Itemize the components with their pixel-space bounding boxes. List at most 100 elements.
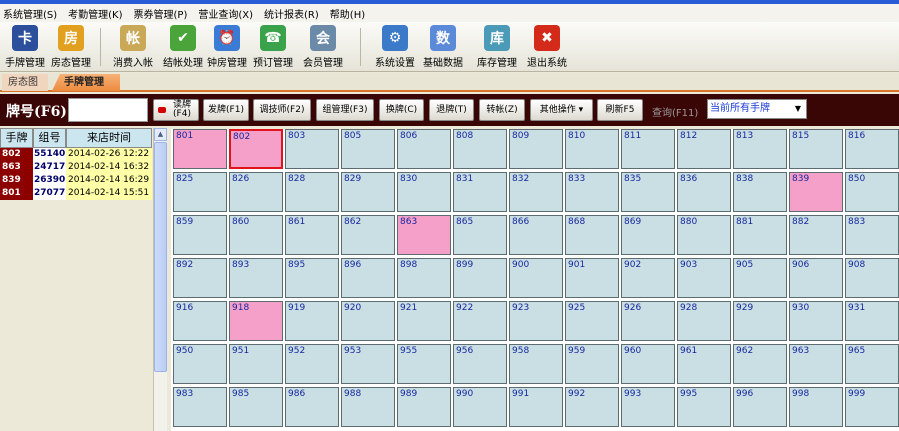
card-tile[interactable]: 865	[453, 215, 507, 255]
card-tile[interactable]: 951	[229, 344, 283, 384]
card-tile[interactable]: 926	[621, 301, 675, 341]
card-tile[interactable]: 993	[621, 387, 675, 427]
card-tile[interactable]: 881	[733, 215, 787, 255]
card-tile[interactable]: 990	[453, 387, 507, 427]
menu-item[interactable]: 帮助(H)	[330, 6, 365, 21]
list-row[interactable]: 839 26390 2014-02-14 16:29	[0, 174, 152, 187]
card-tile[interactable]: 868	[565, 215, 619, 255]
card-tile[interactable]: 988	[341, 387, 395, 427]
card-tile[interactable]: 950	[173, 344, 227, 384]
card-tile[interactable]: 893	[229, 258, 283, 298]
card-tile[interactable]: 809	[509, 129, 563, 169]
card-tile[interactable]: 992	[565, 387, 619, 427]
card-tile[interactable]: 955	[397, 344, 451, 384]
card-tile[interactable]: 953	[341, 344, 395, 384]
card-tile[interactable]: 866	[509, 215, 563, 255]
card-tile[interactable]: 898	[397, 258, 451, 298]
card-tile[interactable]: 931	[845, 301, 899, 341]
card-tile[interactable]: 895	[285, 258, 339, 298]
card-tile[interactable]: 961	[677, 344, 731, 384]
card-tile[interactable]: 901	[565, 258, 619, 298]
card-tile[interactable]: 813	[733, 129, 787, 169]
card-tile[interactable]: 805	[341, 129, 395, 169]
refresh-button[interactable]: 刷新F5	[597, 99, 643, 121]
card-tile[interactable]: 922	[453, 301, 507, 341]
toolbar-button[interactable]: 数基础数据	[420, 24, 466, 70]
card-tile[interactable]: 921	[397, 301, 451, 341]
card-tile[interactable]: 826	[229, 172, 283, 212]
card-tile[interactable]: 830	[397, 172, 451, 212]
card-tile[interactable]: 998	[789, 387, 843, 427]
card-tile[interactable]: 869	[621, 215, 675, 255]
card-tile[interactable]: 863	[397, 215, 451, 255]
card-tile[interactable]: 920	[341, 301, 395, 341]
card-tile[interactable]: 859	[173, 215, 227, 255]
card-tile[interactable]: 991	[509, 387, 563, 427]
menu-item[interactable]: 营业查询(X)	[198, 6, 253, 21]
toolbar-button[interactable]: 房房态管理	[48, 24, 94, 70]
card-tile[interactable]: 929	[733, 301, 787, 341]
list-row[interactable]: 801 27077 2014-02-14 15:51	[0, 187, 152, 200]
tab-room-state[interactable]: 房态图	[2, 74, 48, 91]
other-actions-button[interactable]: 其他操作 ▾	[530, 99, 593, 121]
list-row[interactable]: 802 55140 2014-02-26 12:22	[0, 148, 152, 161]
card-number-input[interactable]	[68, 98, 148, 122]
card-tile[interactable]: 923	[509, 301, 563, 341]
card-tile[interactable]: 806	[397, 129, 451, 169]
card-tile[interactable]: 802	[229, 129, 283, 169]
card-tile[interactable]: 892	[173, 258, 227, 298]
card-tile[interactable]: 850	[845, 172, 899, 212]
toolbar-button[interactable]: ☎ 预订管理	[250, 24, 296, 70]
card-tile[interactable]: 829	[341, 172, 395, 212]
card-tile[interactable]: 902	[621, 258, 675, 298]
card-tile[interactable]: 836	[677, 172, 731, 212]
card-tile[interactable]: 996	[733, 387, 787, 427]
card-tile[interactable]: 918	[229, 301, 283, 341]
toolbar-button[interactable]: 会会员管理	[300, 24, 346, 70]
card-tile[interactable]: 963	[789, 344, 843, 384]
column-header-card[interactable]: 手牌	[0, 128, 33, 148]
card-tile[interactable]: 989	[397, 387, 451, 427]
card-tile[interactable]: 839	[789, 172, 843, 212]
card-tile[interactable]: 959	[565, 344, 619, 384]
card-tile[interactable]: 983	[173, 387, 227, 427]
card-tile[interactable]: 828	[285, 172, 339, 212]
toolbar-button[interactable]: ⚙ 系统设置	[372, 24, 418, 70]
list-scrollbar[interactable]: ▲	[153, 128, 167, 431]
return-card-button[interactable]: 退牌(T)	[429, 99, 474, 121]
card-tile[interactable]: 833	[565, 172, 619, 212]
card-tile[interactable]: 831	[453, 172, 507, 212]
toolbar-button[interactable]: 帐消费入帐	[110, 24, 156, 70]
card-tile[interactable]: 962	[733, 344, 787, 384]
group-manage-button[interactable]: 组管理(F3)	[316, 99, 374, 121]
card-tile[interactable]: 995	[677, 387, 731, 427]
menu-item[interactable]: 统计报表(R)	[264, 6, 319, 21]
column-header-arrival-time[interactable]: 来店时间	[66, 128, 152, 148]
card-tile[interactable]: 861	[285, 215, 339, 255]
card-tile[interactable]: 860	[229, 215, 283, 255]
card-tile[interactable]: 905	[733, 258, 787, 298]
card-tile[interactable]: 880	[677, 215, 731, 255]
card-tile[interactable]: 896	[341, 258, 395, 298]
card-tile[interactable]: 801	[173, 129, 227, 169]
tab-card-management[interactable]: 手牌管理	[52, 74, 120, 91]
card-tile[interactable]: 919	[285, 301, 339, 341]
card-tile[interactable]: 825	[173, 172, 227, 212]
card-tile[interactable]: 816	[845, 129, 899, 169]
card-tile[interactable]: 811	[621, 129, 675, 169]
card-tile[interactable]: 838	[733, 172, 787, 212]
toolbar-button[interactable]: ✖ 退出系统	[524, 24, 570, 70]
card-tile[interactable]: 835	[621, 172, 675, 212]
card-tile[interactable]: 958	[509, 344, 563, 384]
card-tile[interactable]: 925	[565, 301, 619, 341]
issue-card-button[interactable]: 发牌(F1)	[203, 99, 249, 121]
card-tile[interactable]: 808	[453, 129, 507, 169]
card-tile[interactable]: 812	[677, 129, 731, 169]
card-tile[interactable]: 952	[285, 344, 339, 384]
card-tile[interactable]: 986	[285, 387, 339, 427]
card-tile[interactable]: 930	[789, 301, 843, 341]
menu-item[interactable]: 考勤管理(K)	[68, 6, 122, 21]
assign-technician-button[interactable]: 调技师(F2)	[253, 99, 311, 121]
menu-item[interactable]: 系统管理(S)	[3, 6, 57, 21]
list-row[interactable]: 863 24717 2014-02-14 16:32	[0, 161, 152, 174]
